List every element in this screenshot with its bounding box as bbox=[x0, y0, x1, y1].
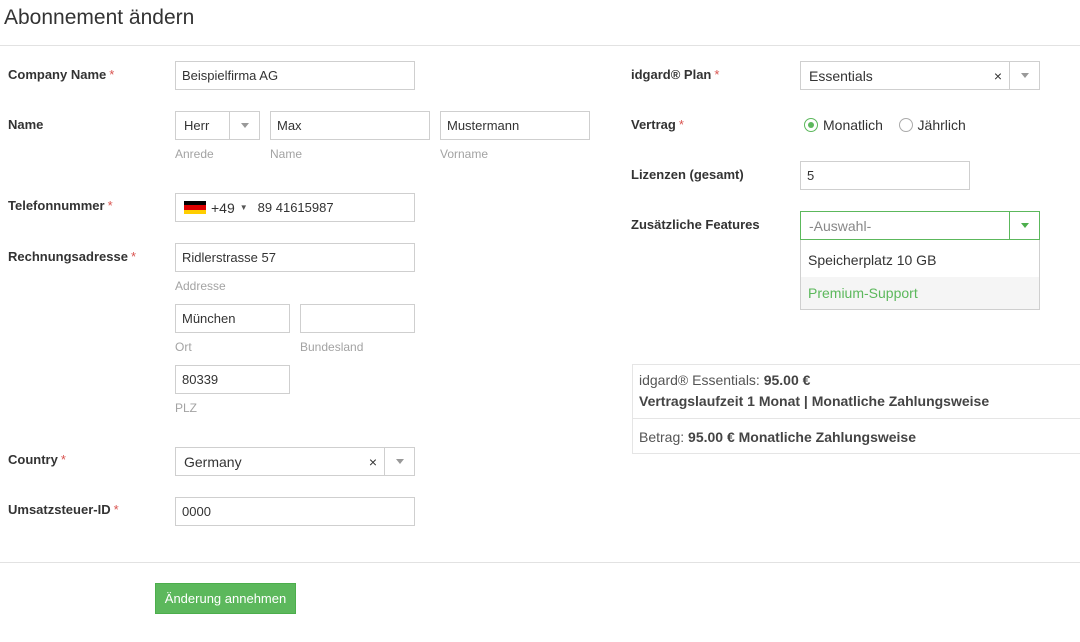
zip-hint: PLZ bbox=[175, 401, 198, 415]
phone-label: Telefonnummer * bbox=[8, 198, 113, 213]
vat-input[interactable] bbox=[175, 497, 415, 526]
features-dropdown-list: Speicherplatz 10 GB Premium-Support bbox=[800, 240, 1040, 310]
salutation-value: Herr bbox=[184, 118, 210, 133]
features-option-storage[interactable]: Speicherplatz 10 GB bbox=[801, 240, 1039, 277]
city-hint: Ort bbox=[175, 340, 192, 354]
state-hint: Bundesland bbox=[300, 340, 364, 354]
vat-label: Umsatzsteuer-ID * bbox=[8, 502, 119, 517]
summary-term-line: Vertragslaufzeit 1 Monat | Monatliche Za… bbox=[639, 393, 990, 409]
country-dropdown-arrow[interactable] bbox=[384, 448, 414, 475]
street-hint: Addresse bbox=[175, 279, 226, 293]
plan-select[interactable]: Essentials × bbox=[800, 61, 1040, 90]
summary-total-line: Betrag: 95.00 € Monatliche Zahlungsweise bbox=[639, 429, 916, 445]
salutation-select[interactable]: Herr bbox=[175, 111, 260, 140]
last-name-input[interactable] bbox=[440, 111, 590, 140]
city-input[interactable] bbox=[175, 304, 290, 333]
radio-yearly-label[interactable]: Jährlich bbox=[918, 117, 966, 133]
contract-radio-group: Monatlich Jährlich bbox=[804, 116, 978, 133]
contract-label: Vertrag * bbox=[631, 117, 684, 132]
licenses-input[interactable] bbox=[800, 161, 970, 190]
radio-monthly[interactable] bbox=[804, 117, 818, 132]
chevron-down-icon bbox=[1020, 73, 1029, 78]
first-name-input[interactable] bbox=[270, 111, 430, 140]
company-name-label: Company Name * bbox=[8, 67, 115, 82]
clear-icon[interactable]: × bbox=[362, 454, 384, 470]
features-dropdown-arrow[interactable] bbox=[1009, 212, 1039, 239]
accept-change-button[interactable]: Änderung annehmen bbox=[155, 583, 296, 614]
price-summary: idgard® Essentials: 95.00 € Vertragslauf… bbox=[632, 364, 1080, 454]
features-label: Zusätzliche Features bbox=[631, 217, 760, 232]
features-select[interactable]: -Auswahl- bbox=[800, 211, 1040, 240]
state-input[interactable] bbox=[300, 304, 415, 333]
summary-plan-line: idgard® Essentials: 95.00 € bbox=[639, 372, 811, 388]
licenses-label: Lizenzen (gesamt) bbox=[631, 167, 744, 182]
de-flag-icon bbox=[184, 200, 206, 215]
summary-divider bbox=[633, 418, 1080, 419]
street-input[interactable] bbox=[175, 243, 415, 272]
country-select[interactable]: Germany × bbox=[175, 447, 415, 476]
plan-value: Essentials bbox=[809, 67, 873, 84]
phone-field[interactable]: +49 ▼ bbox=[175, 193, 415, 222]
chevron-down-icon bbox=[240, 123, 249, 128]
footer-divider bbox=[0, 562, 1080, 563]
chevron-down-icon bbox=[395, 459, 404, 464]
radio-monthly-label[interactable]: Monatlich bbox=[823, 117, 883, 133]
header-divider bbox=[0, 45, 1080, 46]
company-name-input[interactable] bbox=[175, 61, 415, 90]
plan-label: idgard® Plan * bbox=[631, 67, 720, 82]
country-value: Germany bbox=[184, 453, 242, 470]
zip-input[interactable] bbox=[175, 365, 290, 394]
radio-yearly[interactable] bbox=[898, 117, 913, 132]
phone-number-input[interactable] bbox=[255, 199, 414, 216]
salutation-hint: Anrede bbox=[175, 147, 214, 161]
country-code-selector[interactable]: +49 ▼ bbox=[176, 200, 248, 216]
salutation-dropdown-arrow[interactable] bbox=[229, 112, 259, 139]
clear-icon[interactable]: × bbox=[987, 68, 1009, 84]
country-label: Country * bbox=[8, 452, 66, 467]
caret-down-icon: ▼ bbox=[239, 203, 248, 212]
chevron-down-icon bbox=[1020, 223, 1029, 228]
features-placeholder: -Auswahl- bbox=[809, 217, 872, 234]
page-title: Abonnement ändern bbox=[4, 6, 195, 29]
first-name-hint: Name bbox=[270, 147, 303, 161]
plan-dropdown-arrow[interactable] bbox=[1009, 62, 1039, 89]
address-label: Rechnungsadresse * bbox=[8, 249, 136, 264]
name-label: Name bbox=[8, 117, 44, 132]
last-name-hint: Vorname bbox=[440, 147, 489, 161]
dial-code: +49 bbox=[211, 199, 235, 216]
features-option-premium-support[interactable]: Premium-Support bbox=[801, 277, 1039, 309]
